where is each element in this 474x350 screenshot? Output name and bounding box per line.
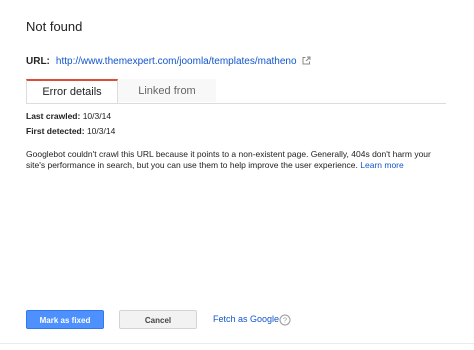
external-link-icon[interactable] bbox=[302, 56, 311, 68]
help-circle-icon[interactable]: ? bbox=[279, 313, 291, 331]
tab-bar: Error details Linked from bbox=[26, 79, 446, 104]
url-link[interactable]: http://www.themexpert.com/joomla/templat… bbox=[56, 56, 297, 67]
tab-error-details[interactable]: Error details bbox=[26, 79, 118, 103]
page-title: Not found bbox=[26, 19, 83, 34]
last-crawled-row: Last crawled: 10/3/14 bbox=[26, 111, 111, 121]
bottom-divider bbox=[0, 343, 474, 344]
learn-more-link[interactable]: Learn more bbox=[360, 160, 403, 170]
url-row: URL: http://www.themexpert.com/joomla/tem… bbox=[26, 56, 311, 68]
first-detected-label: First detected: bbox=[26, 126, 85, 136]
tab-linked-from[interactable]: Linked from bbox=[118, 79, 216, 102]
last-crawled-value: 10/3/14 bbox=[82, 111, 112, 121]
svg-text:?: ? bbox=[283, 316, 287, 325]
url-label: URL: bbox=[26, 56, 50, 67]
mark-as-fixed-button[interactable]: Mark as fixed bbox=[26, 310, 104, 329]
fetch-as-google-link[interactable]: Fetch as Google bbox=[213, 314, 279, 324]
error-description: Googlebot couldn't crawl this URL becaus… bbox=[26, 149, 446, 170]
first-detected-value: 10/3/14 bbox=[86, 126, 116, 136]
cancel-button[interactable]: Cancel bbox=[119, 310, 197, 329]
last-crawled-label: Last crawled: bbox=[26, 111, 81, 121]
first-detected-row: First detected: 10/3/14 bbox=[26, 126, 115, 136]
